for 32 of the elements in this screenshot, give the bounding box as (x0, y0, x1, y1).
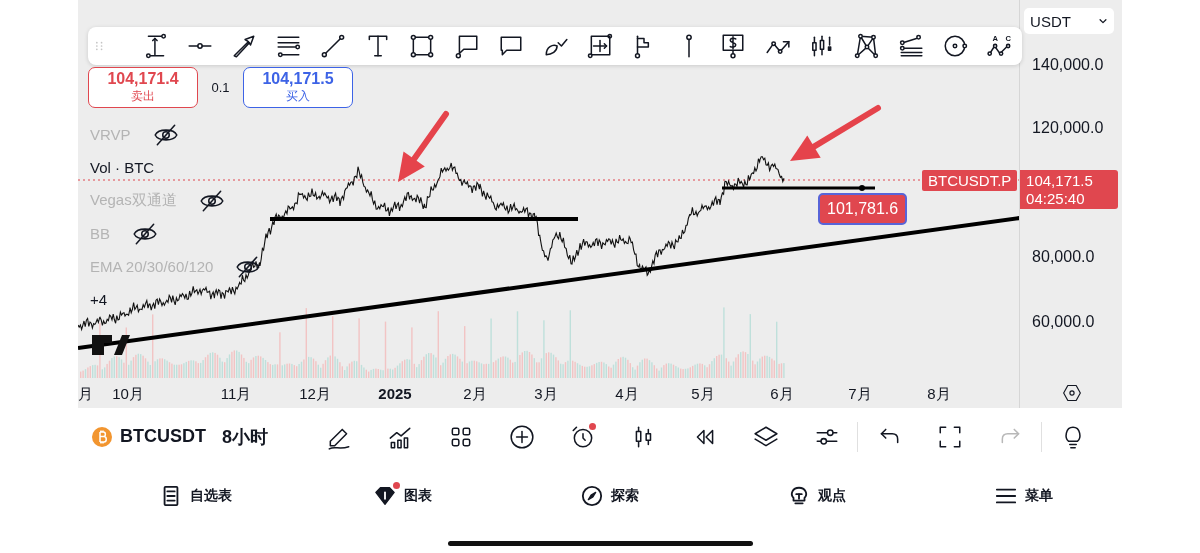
currency-dropdown[interactable]: USDT (1024, 8, 1115, 34)
time-label: 4月 (615, 385, 639, 404)
time-label: 6月 (770, 385, 794, 404)
interval-button[interactable]: 8小时 (222, 424, 268, 449)
nav-tab[interactable]: 图表 (299, 485, 506, 507)
time-label: 11月 (220, 385, 252, 404)
last-price-label: 104,171.5 04:25:40 (1020, 170, 1119, 209)
spread-value: 0.1 (210, 80, 231, 95)
buy-button[interactable]: 104,171.5 买入 (243, 67, 353, 108)
symbol-label: BTCUSDT.P (922, 170, 1018, 191)
price-tick: 60,000.0 (1032, 313, 1095, 331)
indicator-name[interactable]: Vol · BTC (90, 159, 155, 176)
nav-tab[interactable]: 观点 (713, 485, 920, 507)
time-label: 8月 (927, 385, 951, 404)
symbol-name[interactable]: BTCUSDT (120, 426, 206, 447)
nav-tab[interactable]: 自选表 (92, 485, 299, 507)
price-tick: 140,000.0 (1032, 56, 1104, 74)
time-label: 2月 (463, 385, 487, 404)
nav-tab[interactable]: 探索 (506, 485, 713, 507)
time-label: 7月 (848, 385, 872, 404)
price-tick: 120,000.0 (1032, 119, 1104, 137)
time-label: 10月 (112, 385, 144, 404)
time-label: 5月 (691, 385, 715, 404)
sell-button[interactable]: 104,171.4 卖出 (88, 67, 198, 108)
nav-tab[interactable]: 菜单 (920, 485, 1127, 507)
time-label: 2025 (378, 385, 412, 402)
time-label: 月 (77, 385, 93, 404)
price-label: 101,781.6 (818, 193, 908, 225)
more-indicators[interactable]: +4 (90, 283, 262, 316)
time-label: 3月 (534, 385, 558, 404)
price-tick: 80,000.0 (1032, 248, 1095, 266)
time-label: 12月 (299, 385, 331, 404)
